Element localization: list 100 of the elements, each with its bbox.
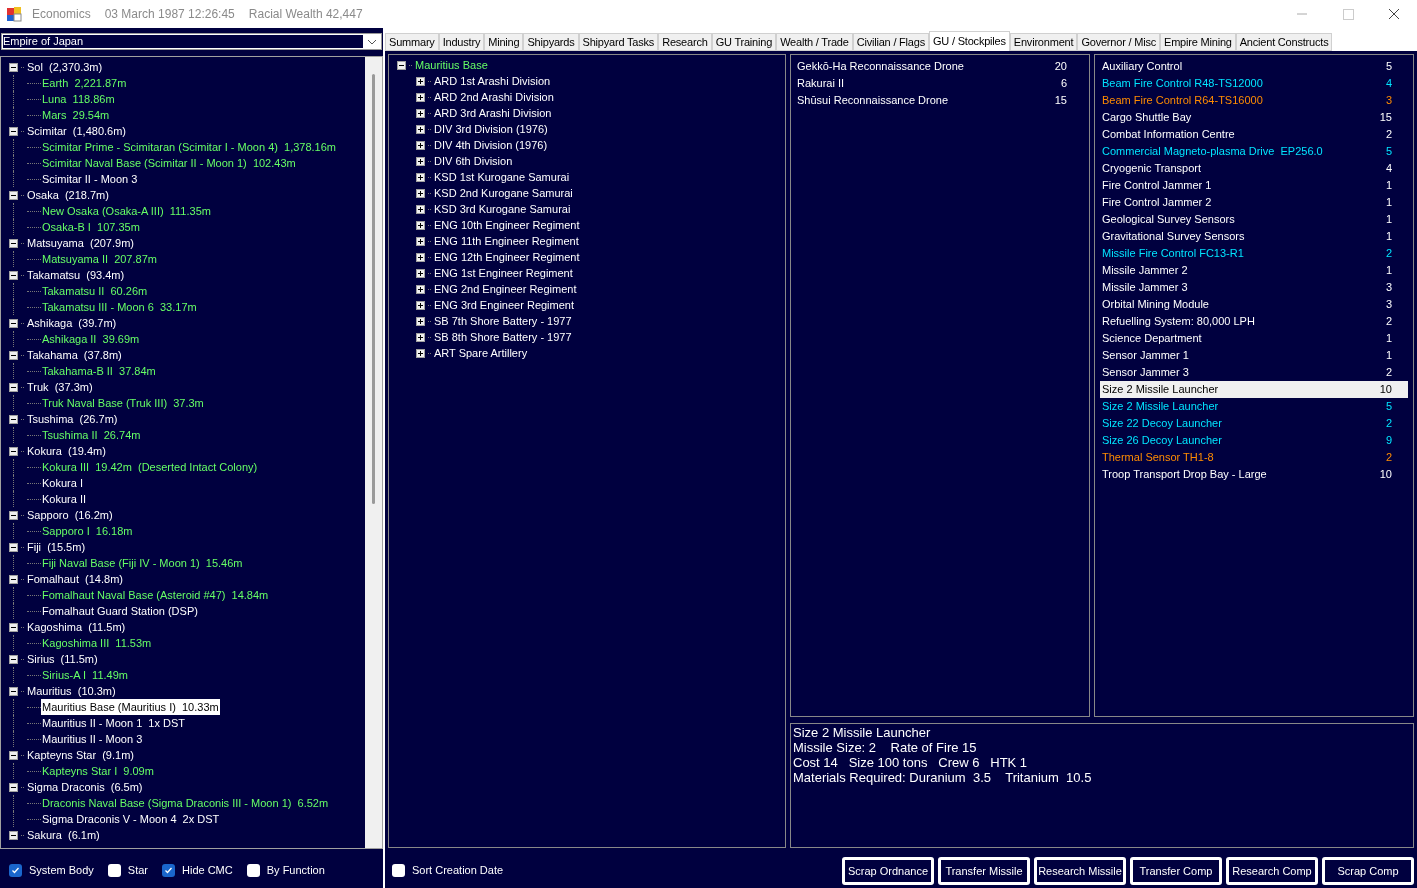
unit-node[interactable]: ARD 3rd Arashi Division (434, 105, 552, 121)
empire-dropdown[interactable]: Empire of Japan (1, 33, 382, 50)
body-node[interactable]: Kagoshima III 11.53m (41, 635, 153, 651)
system-node[interactable]: Truk (37.3m) (27, 379, 93, 395)
component-row[interactable]: Sensor Jammer 1 1 (1100, 347, 1408, 364)
collapse-icon[interactable] (9, 350, 18, 360)
body-node[interactable]: Fomalhaut Naval Base (Asteroid #47) 14.84m (41, 587, 270, 603)
body-node[interactable]: Kokura III 19.42m (Deserted Intact Colony) (41, 459, 259, 475)
component-row[interactable]: Orbital Mining Module 3 (1100, 296, 1408, 313)
unit-node[interactable]: DIV 3rd Division (1976) (434, 121, 548, 137)
body-node[interactable]: Sapporo I 16.18m (41, 523, 134, 539)
collapse-icon[interactable] (9, 750, 18, 760)
system-node[interactable]: Sirius (11.5m) (27, 651, 98, 667)
body-node[interactable]: New Osaka (Osaka-A III) 111.35m (41, 203, 212, 219)
component-row[interactable]: Size 26 Decoy Launcher 9 (1100, 432, 1408, 449)
collapse-icon[interactable] (9, 622, 18, 632)
tab[interactable]: Shipyard Tasks (578, 33, 659, 51)
expand-icon[interactable] (416, 172, 425, 182)
system-node[interactable]: Tsushima (26.7m) (27, 411, 118, 427)
checkbox[interactable] (107, 863, 121, 877)
collapse-icon[interactable] (397, 60, 406, 70)
unit-node[interactable]: ENG 3rd Engineer Regiment (434, 297, 574, 313)
body-node[interactable]: Takahama-B II 37.84m (41, 363, 157, 379)
unit-node[interactable]: DIV 4th Division (1976) (434, 137, 548, 153)
body-node[interactable]: Draconis Naval Base (Sigma Draconis III - Moon 1) 6.52m (41, 795, 330, 811)
expand-icon[interactable] (416, 332, 425, 342)
component-row[interactable]: Fire Control Jammer 2 1 (1100, 194, 1408, 211)
missile-name[interactable]: Shūsui Reconnaissance Drone (797, 92, 949, 109)
collapse-icon[interactable] (9, 382, 18, 392)
tab[interactable]: Ancient Constructs (1235, 33, 1333, 51)
unit-node[interactable]: KSD 3rd Kurogane Samurai (434, 201, 571, 217)
unit-node[interactable]: SB 7th Shore Battery - 1977 (434, 313, 572, 329)
action-button[interactable]: Research Comp (1226, 857, 1318, 885)
tab[interactable]: Shipyards (523, 33, 579, 51)
expand-icon[interactable] (416, 220, 425, 230)
expand-icon[interactable] (416, 140, 425, 150)
system-node[interactable]: Sigma Draconis (6.5m) (27, 779, 143, 795)
unit-node[interactable]: ENG 2nd Engineer Regiment (434, 281, 577, 297)
tab[interactable]: Wealth / Trade (776, 33, 853, 51)
system-node[interactable]: Sol (2,370.3m) (27, 59, 103, 75)
body-node[interactable]: Mars 29.54m (41, 107, 111, 123)
system-node[interactable]: Takahama (37.8m) (27, 347, 122, 363)
body-node[interactable]: Earth 2,221.87m (41, 75, 128, 91)
system-node[interactable]: Kagoshima (11.5m) (27, 619, 126, 635)
body-node[interactable]: Takamatsu II 60.26m (41, 283, 149, 299)
system-node[interactable]: Mauritius (10.3m) (27, 683, 116, 699)
expand-icon[interactable] (416, 268, 425, 278)
body-node[interactable]: Matsuyama II 207.87m (41, 251, 158, 267)
tab[interactable]: GU Training (711, 33, 777, 51)
collapse-icon[interactable] (9, 574, 18, 584)
system-node[interactable]: Matsuyama (207.9m) (27, 235, 134, 251)
collapse-icon[interactable] (9, 238, 18, 248)
component-row[interactable]: Combat Information Centre 2 (1100, 126, 1408, 143)
unit-node[interactable]: ENG 12th Engineer Regiment (434, 249, 580, 265)
expand-icon[interactable] (416, 284, 425, 294)
body-node[interactable]: Mauritius II - Moon 3 (41, 731, 144, 747)
collapse-icon[interactable] (9, 270, 18, 280)
collapse-icon[interactable] (9, 318, 18, 328)
unit-node[interactable]: SB 8th Shore Battery - 1977 (434, 329, 572, 345)
system-node[interactable]: Ashikaga (39.7m) (27, 315, 117, 331)
collapse-icon[interactable] (9, 446, 18, 456)
expand-icon[interactable] (416, 92, 425, 102)
expand-icon[interactable] (416, 348, 425, 358)
expand-icon[interactable] (416, 108, 425, 118)
unit-node[interactable]: ARD 1st Arashi Division (434, 73, 551, 89)
body-node[interactable]: Fomalhaut Guard Station (DSP) (41, 603, 199, 619)
component-row[interactable]: Cargo Shuttle Bay 15 (1100, 109, 1408, 126)
missile-name[interactable]: Gekkō-Ha Reconnaissance Drone (797, 58, 964, 75)
system-node[interactable]: Sapporo (16.2m) (27, 507, 113, 523)
component-row[interactable]: Science Department 1 (1100, 330, 1408, 347)
tab[interactable]: Environment (1009, 33, 1078, 51)
component-row[interactable]: Missile Jammer 2 1 (1100, 262, 1408, 279)
tab[interactable]: Governor / Misc (1077, 33, 1160, 51)
collapse-icon[interactable] (9, 542, 18, 552)
component-row[interactable]: Beam Fire Control R64-TS16000 3 (1100, 92, 1408, 109)
body-node[interactable]: Kokura II (41, 491, 88, 507)
expand-icon[interactable] (416, 300, 425, 310)
expand-icon[interactable] (416, 252, 425, 262)
action-button[interactable]: Transfer Missile (938, 857, 1030, 885)
action-button[interactable]: Research Missile (1034, 857, 1126, 885)
body-node[interactable]: Ashikaga II 39.69m (41, 331, 141, 347)
tab[interactable]: GU / Stockpiles (929, 31, 1010, 51)
collapse-icon[interactable] (9, 830, 18, 840)
unit-node[interactable]: ENG 10th Engineer Regiment (434, 217, 580, 233)
body-node[interactable]: Takamatsu III - Moon 6 33.17m (41, 299, 198, 315)
body-node[interactable]: Scimitar Prime - Scimitaran (Scimitar I - Moon 4) 1,378.16m (41, 139, 338, 155)
base-node[interactable]: Mauritius Base (415, 57, 488, 73)
unit-node[interactable]: KSD 2nd Kurogane Samurai (434, 185, 573, 201)
unit-node[interactable]: ART Spare Artillery (434, 345, 528, 361)
collapse-icon[interactable] (9, 510, 18, 520)
body-node[interactable]: Luna 118.86m (41, 91, 116, 107)
tab[interactable]: Research (658, 33, 712, 51)
expand-icon[interactable] (416, 316, 425, 326)
system-node[interactable]: Fiji (15.5m) (27, 539, 86, 555)
action-button[interactable]: Transfer Comp (1130, 857, 1222, 885)
collapse-icon[interactable] (9, 62, 18, 72)
component-row[interactable]: Auxiliary Control 5 (1100, 58, 1408, 75)
expand-icon[interactable] (416, 188, 425, 198)
system-node[interactable]: Sakura (6.1m) (27, 827, 100, 843)
expand-icon[interactable] (416, 124, 425, 134)
